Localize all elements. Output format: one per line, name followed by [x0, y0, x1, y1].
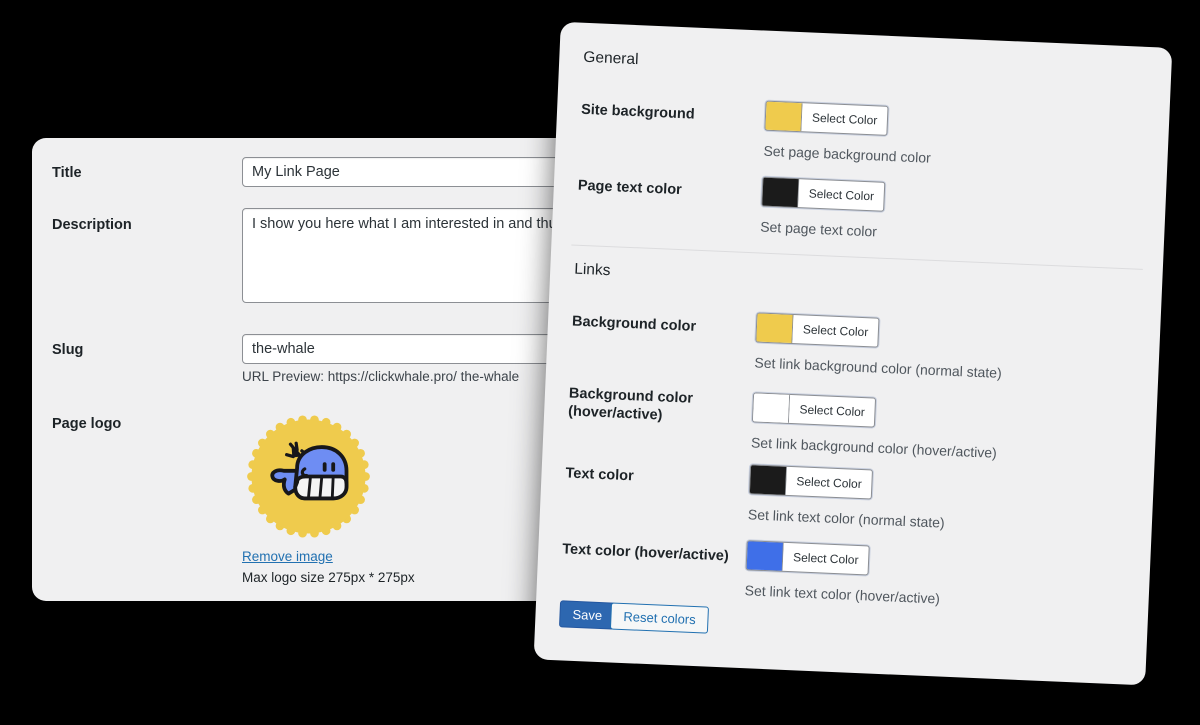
- page-text-color-picker[interactable]: Select Color: [761, 176, 886, 212]
- general-section-heading: General: [582, 48, 639, 69]
- select-color-button[interactable]: Select Color: [792, 315, 878, 347]
- title-label: Title: [52, 165, 82, 181]
- slug-label: Slug: [52, 342, 84, 358]
- select-color-button[interactable]: Select Color: [789, 395, 875, 427]
- select-color-button[interactable]: Select Color: [783, 543, 869, 575]
- link-text-color-hint: Set link text color (normal state): [747, 506, 946, 531]
- page-text-color-swatch: [762, 177, 800, 208]
- remove-image-link[interactable]: Remove image: [242, 549, 542, 564]
- site-background-hint: Set page background color: [763, 142, 932, 166]
- appearance-settings-panel: General Site background Select Color Set…: [533, 21, 1173, 686]
- link-background-color-label: Background color: [571, 313, 697, 335]
- page-text-color-label: Page text color: [577, 177, 683, 199]
- link-background-color-swatch: [756, 313, 794, 343]
- section-divider: [571, 244, 1143, 270]
- screenshot-stage: Title My Link Page Description I show yo…: [0, 0, 1200, 725]
- save-button[interactable]: Save: [558, 600, 616, 630]
- link-background-color-picker[interactable]: Select Color: [755, 312, 880, 348]
- link-text-color-picker[interactable]: Select Color: [748, 464, 874, 500]
- page-settings-panel: Title My Link Page Description I show yo…: [32, 138, 592, 601]
- link-text-color-hover-swatch: [746, 541, 784, 571]
- site-background-color-picker[interactable]: Select Color: [764, 100, 889, 136]
- select-color-button[interactable]: Select Color: [786, 467, 872, 499]
- url-preview-text: URL Preview: https://clickwhale.pro/ the…: [242, 369, 520, 384]
- link-text-color-hover-label: Text color (hover/active): [561, 541, 730, 565]
- description-label: Description: [52, 217, 132, 233]
- link-background-color-hint: Set link background color (normal state): [754, 354, 1003, 381]
- select-color-button[interactable]: Select Color: [798, 179, 884, 211]
- logo-size-note: Max logo size 275px * 275px: [242, 570, 415, 585]
- whale-logo-icon: [242, 410, 375, 543]
- link-text-color-swatch: [749, 465, 788, 495]
- link-background-color-hover-picker[interactable]: Select Color: [751, 392, 877, 428]
- link-text-color-label: Text color: [565, 465, 635, 485]
- page-text-color-hint: Set page text color: [759, 218, 878, 240]
- link-background-color-hover-swatch: [752, 393, 791, 423]
- link-text-color-hover-hint: Set link text color (hover/active): [744, 582, 941, 607]
- link-background-color-hover-hint: Set link background color (hover/active): [750, 434, 998, 461]
- select-color-button[interactable]: Select Color: [801, 103, 887, 135]
- site-background-label: Site background: [580, 101, 695, 123]
- link-text-color-hover-picker[interactable]: Select Color: [745, 540, 871, 576]
- page-logo-label: Page logo: [52, 416, 122, 432]
- link-background-color-hover-label: Background color (hover/active): [567, 385, 694, 424]
- site-background-swatch: [765, 101, 803, 132]
- appearance-panel-wrapper: General Site background Select Color Set…: [518, 21, 1173, 697]
- page-logo-area: Remove image Max logo size 275px * 275px: [242, 410, 542, 585]
- links-section-heading: Links: [573, 260, 611, 280]
- reset-colors-button[interactable]: Reset colors: [609, 602, 710, 634]
